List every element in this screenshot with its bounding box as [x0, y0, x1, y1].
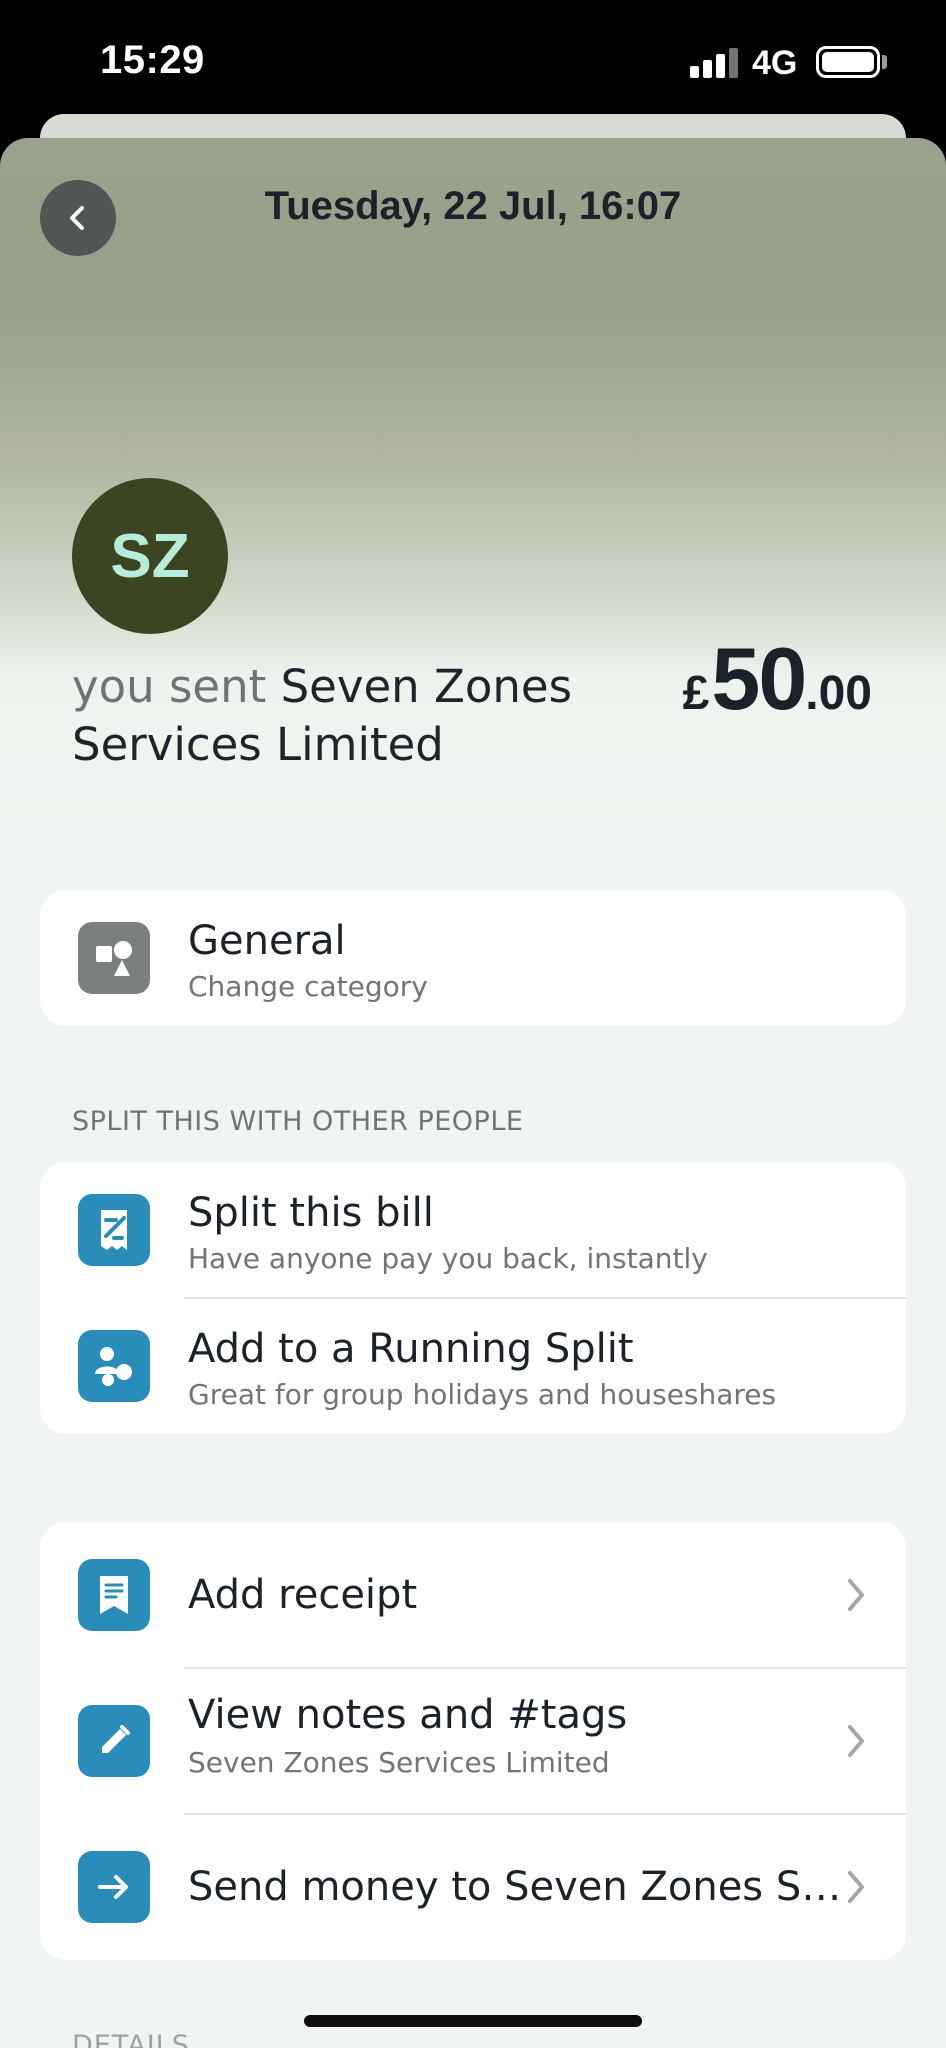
receipt-icon	[78, 1559, 150, 1631]
direction-text: you sent	[72, 660, 267, 713]
send-money-title: Send money to Seven Zones S…	[188, 1864, 842, 1910]
transaction-sheet: Tuesday, 22 Jul, 16:07 SZ you sent Seven…	[0, 138, 946, 2048]
chevron-right-icon	[848, 1579, 864, 1611]
network-type: 4G	[752, 44, 798, 82]
shapes-icon	[78, 922, 150, 994]
pencil-icon	[78, 1705, 150, 1777]
avatar: SZ	[72, 478, 228, 634]
category-subtitle: Change category	[188, 970, 428, 1003]
add-receipt-title: Add receipt	[188, 1572, 418, 1618]
chevron-right-icon	[848, 1725, 864, 1757]
status-bar: 15:29 4G	[0, 0, 946, 130]
running-split-subtitle: Great for group holidays and houseshares	[188, 1378, 777, 1411]
notes-tags-title: View notes and #tags	[188, 1692, 628, 1738]
running-split-row[interactable]: Add to a Running Split Great for group h…	[40, 1298, 906, 1434]
arrow-right-icon	[78, 1851, 150, 1923]
category-title: General	[188, 918, 346, 964]
amount-integer: 50	[711, 629, 807, 728]
notes-tags-subtitle: Seven Zones Services Limited	[188, 1746, 610, 1779]
page-title: Tuesday, 22 Jul, 16:07	[264, 184, 682, 228]
amount-decimal: .00	[805, 667, 872, 720]
notes-tags-row[interactable]: View notes and #tags Seven Zones Service…	[40, 1668, 906, 1814]
chevron-right-icon	[848, 1871, 864, 1903]
split-section-label: SPLIT THIS WITH OTHER PEOPLE	[72, 1106, 524, 1137]
signal-strength-icon	[690, 48, 740, 78]
split-bill-subtitle: Have anyone pay you back, instantly	[188, 1242, 708, 1275]
running-split-title: Add to a Running Split	[188, 1326, 634, 1372]
currency-symbol: £	[682, 667, 710, 720]
actions-card: Add receipt View notes and #tags Seven Z…	[40, 1522, 906, 1960]
home-indicator[interactable]	[304, 2015, 642, 2027]
split-card: Split this bill Have anyone pay you back…	[40, 1162, 906, 1434]
split-bill-title: Split this bill	[188, 1190, 434, 1236]
transaction-description: you sent Seven Zones Services Limited	[72, 658, 632, 774]
category-card[interactable]: General Change category	[40, 890, 906, 1026]
battery-icon	[816, 46, 880, 78]
send-money-row[interactable]: Send money to Seven Zones S…	[40, 1814, 906, 1960]
details-section-label: DETAILS	[72, 2030, 190, 2048]
bill-split-icon	[78, 1194, 150, 1266]
add-receipt-row[interactable]: Add receipt	[40, 1522, 906, 1668]
split-bill-row[interactable]: Split this bill Have anyone pay you back…	[40, 1162, 906, 1298]
transaction-amount: £ 50 .00	[683, 628, 872, 730]
group-icon	[78, 1330, 150, 1402]
status-time: 15:29	[100, 38, 205, 82]
